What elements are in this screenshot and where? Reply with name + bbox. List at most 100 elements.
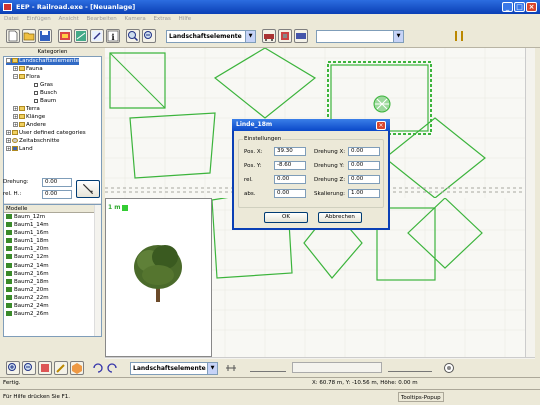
list-item-label: Baum2_12m	[14, 254, 49, 261]
ok-button[interactable]: OK	[264, 212, 308, 223]
object-properties-dialog: Linde_18m × Einstellungen Pos. X: 39.30 …	[232, 119, 390, 230]
tree-item-user-defined[interactable]: + User defined categories	[6, 130, 86, 137]
abs-input[interactable]: 0.00	[274, 189, 306, 198]
new-file-icon[interactable]	[6, 29, 20, 43]
switch-icon[interactable]	[294, 29, 308, 43]
svg-text:i: i	[112, 32, 115, 42]
list-item[interactable]: Baum2_18m	[4, 278, 101, 286]
tree-item-land[interactable]: + Land	[6, 146, 33, 153]
layers-icon[interactable]	[58, 29, 72, 43]
list-item[interactable]: Baum1_18m	[4, 237, 101, 245]
undo-icon[interactable]	[90, 361, 104, 375]
rot-z-label: Drehung Z:	[314, 177, 346, 183]
menu-extras[interactable]: Extras	[154, 16, 171, 22]
menu-bearbeiten[interactable]: Bearbeiten	[87, 16, 117, 22]
track-icon[interactable]	[224, 361, 238, 375]
category-select[interactable]: Landschaftselemente ▼	[166, 30, 256, 43]
scale-input[interactable]: 1.00	[348, 189, 380, 198]
tree-item-zeitabschnitte[interactable]: + Zeitabschnitte	[6, 138, 59, 145]
models-scrollbar[interactable]	[94, 205, 101, 336]
list-item-label: Baum2_24m	[14, 303, 49, 310]
rot-y-input[interactable]: 0.00	[348, 161, 380, 170]
abs-label: abs.	[244, 191, 256, 197]
menu-kamera[interactable]: Kamera	[125, 16, 146, 22]
place-object-button[interactable]	[76, 180, 100, 198]
list-item[interactable]: Baum2_12m	[4, 253, 101, 261]
list-item[interactable]: Baum2_20m	[4, 286, 101, 294]
move-icon[interactable]	[38, 361, 52, 375]
list-item-label: Baum2_20m	[14, 286, 49, 293]
tools-icon[interactable]	[452, 29, 466, 43]
list-item-label: Baum_12m	[14, 214, 46, 220]
pos-x-input[interactable]: 39.30	[274, 147, 306, 156]
tree-item-baum[interactable]: Baum	[34, 98, 56, 105]
bottom-toolbar: Landschaftselemente ▼	[0, 359, 540, 379]
slider-track-b[interactable]	[388, 364, 432, 372]
object-select[interactable]: ▼	[316, 30, 404, 43]
signal-icon[interactable]	[278, 29, 292, 43]
status-text: Fertig.	[3, 380, 21, 386]
zoom-in-icon[interactable]	[6, 361, 20, 375]
track-editor-icon[interactable]	[74, 29, 88, 43]
list-item[interactable]: Baum2_26m	[4, 310, 101, 318]
list-item[interactable]: Baum2_14m	[4, 262, 101, 270]
bottom-category-value: Landschaftselemente	[133, 365, 206, 372]
tree-item-busch[interactable]: Busch	[34, 90, 57, 97]
scale-label: Skalierung:	[314, 191, 345, 197]
menu-datei[interactable]: Datei	[4, 16, 19, 22]
redo-icon[interactable]	[106, 361, 120, 375]
help-hint: Für Hilfe drücken Sie F1.	[3, 394, 71, 400]
relh-input[interactable]: 0.00	[42, 190, 72, 199]
tree-label: Flora	[26, 74, 40, 80]
zoom-out-icon[interactable]	[142, 29, 156, 43]
close-button[interactable]: ×	[526, 2, 537, 12]
list-item[interactable]: Baum2_22m	[4, 294, 101, 302]
menu-einfuegen[interactable]: Einfügen	[26, 16, 50, 22]
zoom-out-icon[interactable]	[22, 361, 36, 375]
save-icon[interactable]	[38, 29, 52, 43]
zoom-in-icon[interactable]	[126, 29, 140, 43]
pencil-icon[interactable]	[54, 361, 68, 375]
pos-y-input[interactable]: -8.60	[274, 161, 306, 170]
app-icon	[3, 3, 12, 11]
edit-icon[interactable]	[90, 29, 104, 43]
cancel-button[interactable]: Abbrechen	[318, 212, 362, 223]
list-item[interactable]: Baum1_20m	[4, 245, 101, 253]
minimize-button[interactable]: _	[502, 2, 513, 12]
object-icon[interactable]	[70, 361, 84, 375]
menu-ansicht[interactable]: Ansicht	[58, 16, 78, 22]
list-item[interactable]: Baum_12m	[4, 213, 101, 221]
tree-item-flora[interactable]: − Flora	[13, 74, 40, 81]
list-item[interactable]: Baum2_24m	[4, 302, 101, 310]
map-vertical-scrollbar[interactable]	[525, 48, 535, 357]
tree-label: Terra	[26, 106, 40, 112]
slider-track-a[interactable]	[250, 364, 286, 372]
tree-item-fauna[interactable]: + Fauna	[13, 66, 43, 73]
tree-item-terra[interactable]: + Terra	[13, 106, 40, 113]
bottom-category-select[interactable]: Landschaftselemente ▼	[130, 362, 218, 375]
dialog-close-button[interactable]: ×	[376, 121, 386, 130]
tree-label: Land	[19, 146, 33, 152]
tree-item-klaenge[interactable]: + Klänge	[13, 114, 45, 121]
rot-x-input[interactable]: 0.00	[348, 147, 380, 156]
camera-icon[interactable]	[442, 361, 456, 375]
tree-item-landschaftselemente[interactable]: − Landschaftselemente	[6, 58, 80, 65]
train-icon[interactable]	[262, 29, 276, 43]
list-item-label: Baum1_14m	[14, 222, 49, 229]
info-icon[interactable]: i	[106, 29, 120, 43]
list-item[interactable]: Baum2_16m	[4, 270, 101, 278]
rel-input[interactable]: 0.00	[274, 175, 306, 184]
list-item[interactable]: Baum1_14m	[4, 221, 101, 229]
list-item-label: Baum2_16m	[14, 270, 49, 277]
tree-item-andere[interactable]: + Andere	[13, 122, 46, 129]
open-folder-icon[interactable]	[22, 29, 36, 43]
list-item[interactable]: Baum1_16m	[4, 229, 101, 237]
tree-label: User defined categories	[19, 130, 86, 136]
maximize-button[interactable]: □	[514, 2, 525, 12]
tooltips-popup-indicator[interactable]: Tooltips-Popup	[398, 392, 444, 402]
rotation-input[interactable]: 0.00	[42, 178, 72, 187]
menu-hilfe[interactable]: Hilfe	[179, 16, 192, 22]
rot-z-input[interactable]: 0.00	[348, 175, 380, 184]
tree-item-gras[interactable]: Gras	[34, 82, 53, 89]
rel-label: rel.	[244, 177, 253, 183]
